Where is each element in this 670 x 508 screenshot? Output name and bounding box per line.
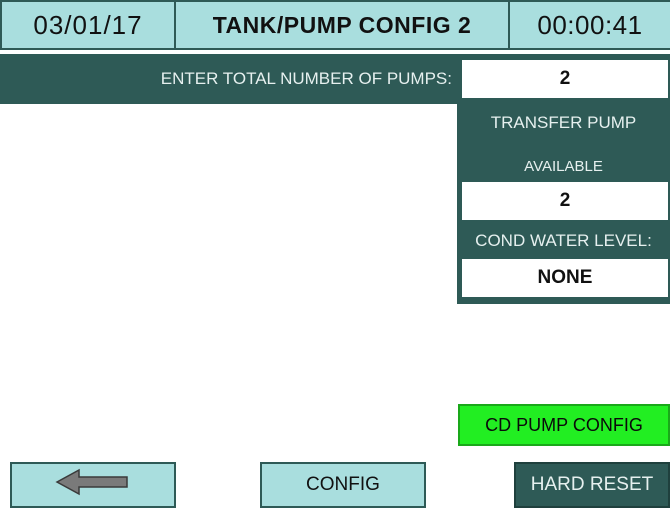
hard-reset-button[interactable]: HARD RESET — [514, 462, 670, 508]
header-time: 00:00:41 — [510, 0, 670, 50]
transfer-pump-available-label: AVAILABLE — [524, 157, 603, 175]
config-button[interactable]: CONFIG — [260, 462, 426, 508]
cd-pump-config-button[interactable]: CD PUMP CONFIG — [458, 404, 670, 446]
left-arrow-icon — [53, 467, 133, 503]
transfer-pump-label: TRANSFER PUMP — [490, 113, 637, 132]
transfer-pump-available-input[interactable]: 2 — [460, 180, 670, 222]
total-pumps-label: ENTER TOTAL NUMBER OF PUMPS: — [160, 69, 452, 88]
page-title: TANK/PUMP CONFIG 2 — [176, 0, 510, 50]
total-pumps-input[interactable]: 2 — [460, 58, 670, 100]
back-button[interactable] — [10, 462, 176, 508]
cond-water-level-input[interactable]: NONE — [460, 257, 670, 299]
header-date: 03/01/17 — [0, 0, 176, 50]
cond-water-level-label: COND WATER LEVEL: — [475, 231, 652, 250]
